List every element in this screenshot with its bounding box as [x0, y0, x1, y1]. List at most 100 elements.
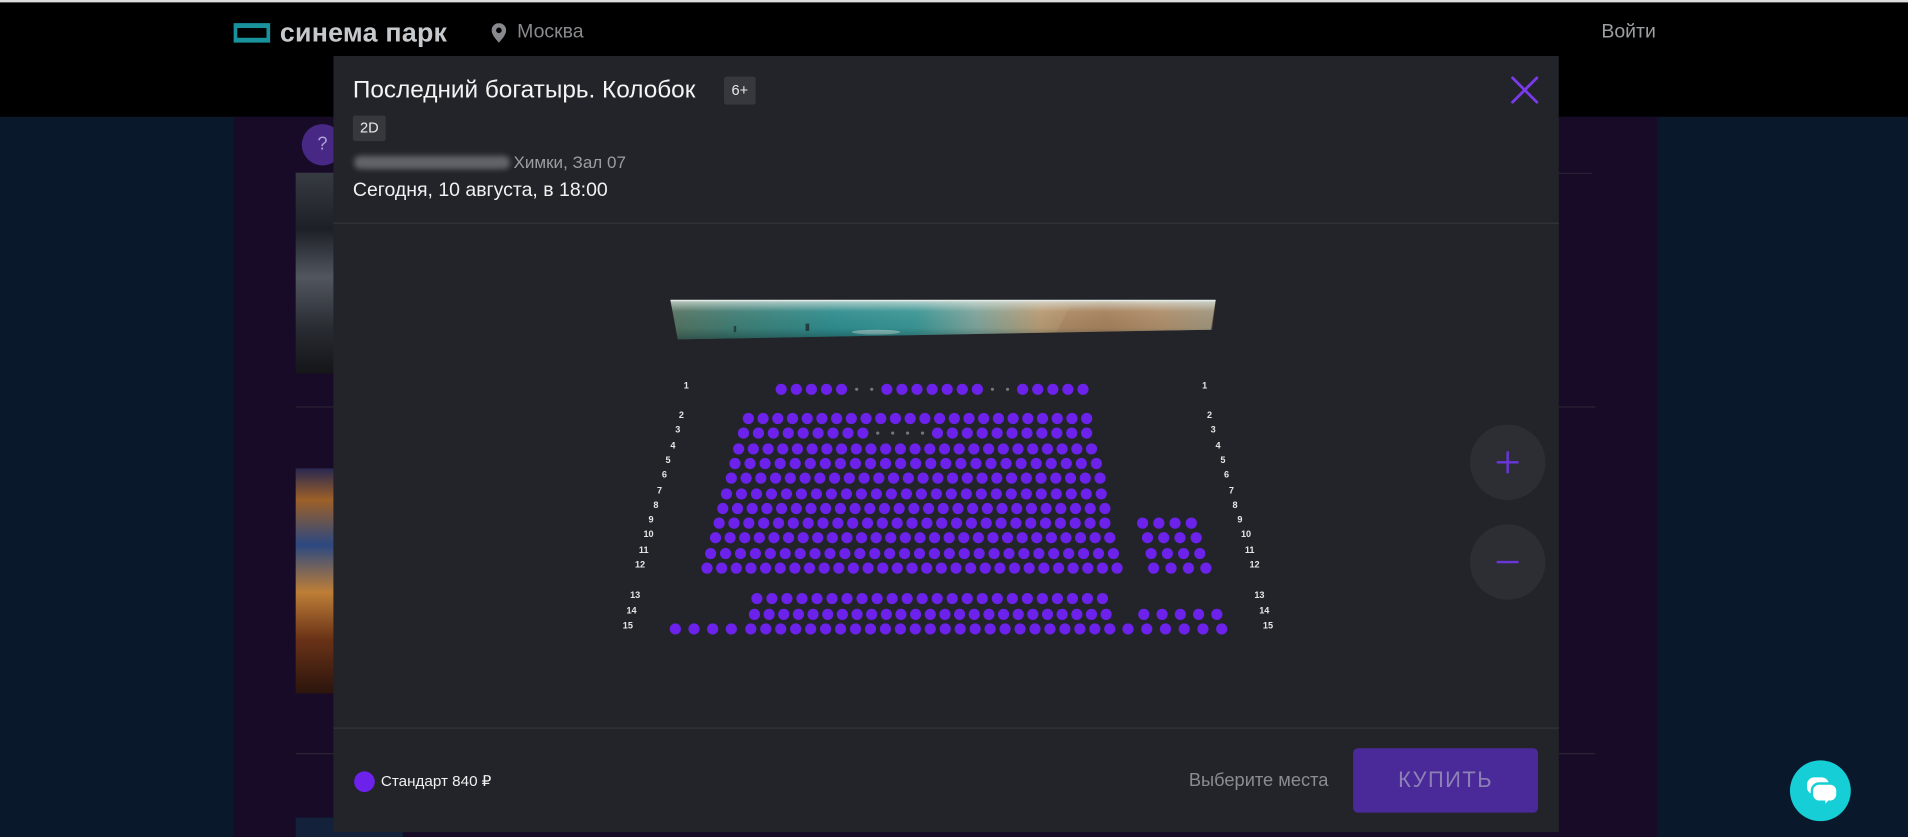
seat[interactable] — [1015, 457, 1027, 470]
seat[interactable] — [1045, 532, 1057, 544]
seat[interactable] — [1066, 592, 1078, 605]
seat[interactable] — [864, 457, 877, 470]
seat[interactable] — [950, 517, 963, 529]
seat[interactable] — [933, 412, 946, 425]
seat[interactable] — [831, 412, 843, 425]
seat[interactable] — [914, 532, 926, 544]
seat[interactable] — [719, 547, 732, 560]
seat[interactable] — [1033, 547, 1045, 560]
seat[interactable] — [1185, 517, 1197, 529]
seat[interactable] — [734, 547, 747, 560]
seat[interactable] — [820, 383, 833, 395]
seat[interactable] — [1027, 608, 1039, 620]
seat[interactable] — [1020, 472, 1032, 484]
seat[interactable] — [856, 592, 868, 605]
seat[interactable] — [1153, 517, 1165, 529]
seat[interactable] — [803, 562, 816, 574]
seat[interactable] — [1006, 427, 1018, 439]
seat[interactable] — [786, 412, 799, 425]
seat[interactable] — [762, 443, 774, 455]
seat[interactable] — [1062, 383, 1074, 395]
seat[interactable] — [901, 592, 913, 605]
seat[interactable] — [1141, 623, 1153, 635]
seat[interactable] — [1035, 472, 1047, 484]
seat[interactable] — [1045, 457, 1057, 470]
seat[interactable] — [799, 472, 811, 484]
seat[interactable] — [761, 502, 773, 515]
seat[interactable] — [1000, 457, 1012, 470]
seat[interactable] — [790, 623, 802, 635]
seat[interactable] — [797, 532, 809, 544]
seat[interactable] — [1158, 532, 1170, 544]
seat[interactable] — [1048, 547, 1060, 560]
seat[interactable] — [822, 608, 834, 620]
seat[interactable] — [855, 488, 867, 500]
seat[interactable] — [917, 472, 929, 484]
seat[interactable] — [804, 457, 816, 470]
seat[interactable] — [884, 547, 896, 560]
seat[interactable] — [789, 457, 801, 470]
seat[interactable] — [1008, 562, 1021, 574]
seat[interactable] — [1050, 488, 1062, 500]
chat-button[interactable] — [1789, 760, 1851, 822]
seat[interactable] — [840, 488, 852, 500]
seat[interactable] — [709, 532, 722, 544]
seat[interactable] — [976, 472, 988, 484]
seat[interactable] — [826, 532, 838, 544]
seat[interactable] — [745, 623, 757, 635]
seat[interactable] — [925, 457, 937, 470]
seat[interactable] — [1071, 443, 1083, 455]
seat[interactable] — [1060, 532, 1072, 544]
seat[interactable] — [817, 517, 829, 529]
seat[interactable] — [1051, 427, 1063, 439]
seat[interactable] — [995, 517, 1007, 529]
seat[interactable] — [887, 472, 900, 484]
seat[interactable] — [961, 472, 973, 484]
seat[interactable] — [755, 472, 767, 484]
seat[interactable] — [833, 562, 845, 574]
seat[interactable] — [885, 532, 897, 544]
seat[interactable] — [899, 532, 911, 544]
seat[interactable] — [946, 472, 959, 484]
seat[interactable] — [980, 517, 992, 529]
seat[interactable] — [790, 383, 802, 395]
seat[interactable] — [858, 472, 870, 484]
seat[interactable] — [1016, 532, 1028, 544]
seat[interactable] — [953, 443, 965, 455]
seat[interactable] — [835, 443, 848, 455]
seat[interactable] — [970, 457, 982, 470]
seat[interactable] — [900, 488, 912, 500]
seat[interactable] — [864, 623, 877, 635]
seat[interactable] — [1021, 427, 1033, 439]
seat[interactable] — [792, 608, 805, 620]
seat[interactable] — [1001, 532, 1014, 544]
seat[interactable] — [963, 412, 975, 425]
seat[interactable] — [955, 457, 967, 470]
seat[interactable] — [751, 592, 763, 605]
seat[interactable] — [847, 562, 860, 574]
seat[interactable] — [729, 457, 741, 470]
seat[interactable] — [1177, 547, 1190, 560]
seat[interactable] — [1069, 517, 1081, 529]
seat[interactable] — [1038, 562, 1050, 574]
seat[interactable] — [818, 562, 830, 574]
seat[interactable] — [748, 608, 761, 620]
seat[interactable] — [805, 502, 817, 515]
seat[interactable] — [956, 383, 968, 395]
seat[interactable] — [997, 443, 1009, 455]
seat[interactable] — [1099, 502, 1111, 515]
seat[interactable] — [926, 383, 938, 395]
seat[interactable] — [948, 412, 960, 425]
seat[interactable] — [740, 472, 752, 484]
seat[interactable] — [984, 623, 996, 635]
seat[interactable] — [1041, 608, 1054, 620]
seat[interactable] — [701, 562, 713, 574]
seat[interactable] — [1010, 517, 1022, 529]
seat[interactable] — [832, 517, 844, 529]
seat[interactable] — [1081, 412, 1093, 425]
seat[interactable] — [791, 443, 804, 455]
seat[interactable] — [768, 532, 780, 544]
seat[interactable] — [1007, 412, 1019, 425]
seat[interactable] — [1085, 608, 1098, 620]
seat[interactable] — [1138, 608, 1150, 620]
